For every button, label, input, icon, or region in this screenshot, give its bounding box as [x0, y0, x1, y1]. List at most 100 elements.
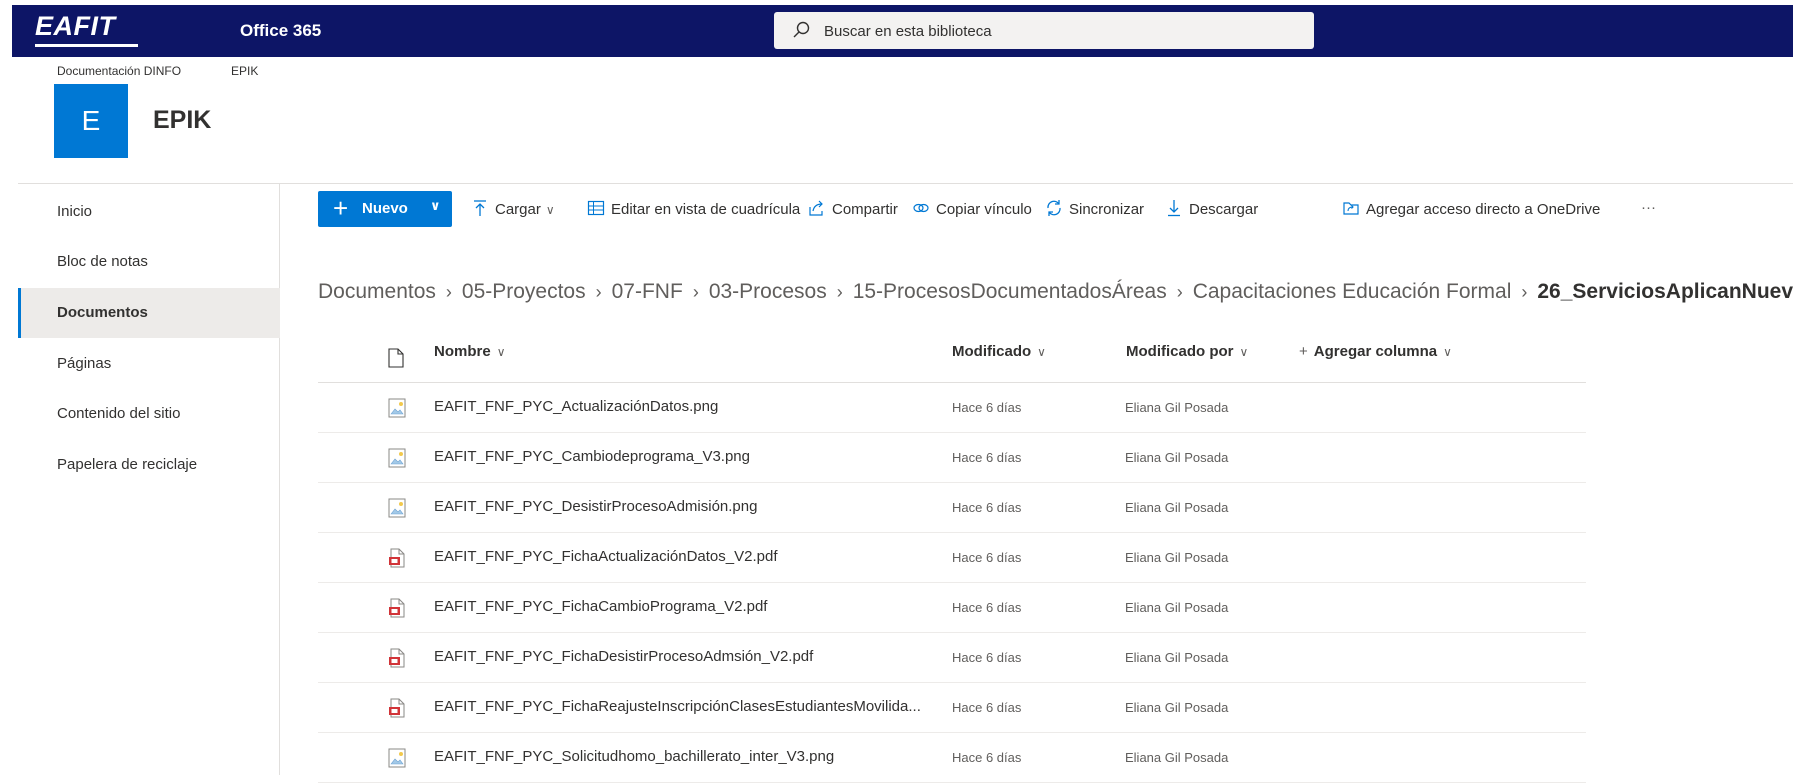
chevron-right-icon: ›	[692, 282, 699, 302]
copy-link-button[interactable]: Copiar vínculo	[912, 199, 1032, 221]
add-shortcut-button[interactable]: Agregar acceso directo a OneDrive	[1342, 199, 1600, 221]
file-type-icon[interactable]	[388, 348, 404, 368]
file-name[interactable]: EAFIT_FNF_PYC_ActualizaciónDatos.png	[434, 398, 718, 415]
search-box[interactable]: Buscar en esta biblioteca	[774, 12, 1314, 49]
pdf-file-icon	[389, 598, 405, 618]
file-modified-by[interactable]: Eliana Gil Posada	[1125, 450, 1228, 465]
table-row[interactable]: EAFIT_FNF_PYC_DesistirProcesoAdmisión.pn…	[318, 483, 1586, 533]
column-header-name[interactable]: Nombre ∨	[434, 343, 505, 373]
upload-icon	[474, 200, 486, 216]
file-name[interactable]: EAFIT_FNF_PYC_DesistirProcesoAdmisión.pn…	[434, 498, 757, 515]
nav-item-papelera[interactable]: Papelera de reciclaje	[18, 440, 280, 490]
file-modified: Hace 6 días	[952, 650, 1022, 665]
plus-icon: +	[1299, 343, 1308, 360]
table-row[interactable]: EAFIT_FNF_PYC_FichaDesistirProcesoAdmsió…	[318, 633, 1586, 683]
left-nav: Inicio Bloc de notas Documentos Páginas …	[18, 184, 280, 775]
file-modified-by[interactable]: Eliana Gil Posada	[1125, 500, 1228, 515]
image-file-icon	[388, 498, 406, 518]
search-icon	[793, 21, 810, 38]
site-logo-tile[interactable]: E	[54, 84, 128, 158]
edit-grid-button[interactable]: Editar en vista de cuadrícula	[587, 199, 800, 221]
chevron-down-icon: ∨	[1443, 345, 1452, 359]
new-button[interactable]: + Nuevo ∨	[318, 191, 452, 227]
nav-item-contenido-del-sitio[interactable]: Contenido del sitio	[18, 389, 280, 439]
site-breadcrumb-current[interactable]: EPIK	[231, 64, 258, 78]
nav-item-inicio[interactable]: Inicio	[18, 187, 280, 237]
download-icon	[1168, 200, 1180, 217]
onedrive-shortcut-icon	[1343, 202, 1359, 215]
chevron-down-icon: ∨	[1037, 345, 1046, 359]
table-row[interactable]: EAFIT_FNF_PYC_FichaCambioPrograma_V2.pdf…	[318, 583, 1586, 633]
new-button-label: Nuevo	[362, 200, 408, 217]
chevron-down-icon: ∨	[430, 198, 441, 213]
breadcrumb-item[interactable]: Capacitaciones Educación Formal	[1193, 280, 1512, 303]
file-modified-by[interactable]: Eliana Gil Posada	[1125, 600, 1228, 615]
app-name[interactable]: Office 365	[240, 21, 321, 41]
eafit-logo[interactable]: EAFIT	[35, 11, 116, 42]
chevron-right-icon: ›	[595, 282, 602, 302]
share-icon	[809, 200, 823, 216]
upload-button[interactable]: Cargar ∨	[471, 199, 555, 221]
add-column-button[interactable]: + Agregar columna ∨	[1299, 343, 1452, 373]
breadcrumb-item[interactable]: 15-ProcesosDocumentadosÁreas	[853, 280, 1167, 303]
table-row[interactable]: EAFIT_FNF_PYC_ActualizaciónDatos.png Hace…	[318, 383, 1586, 433]
file-name[interactable]: EAFIT_FNF_PYC_FichaActualizaciónDatos_V2…	[434, 548, 777, 565]
file-modified-by[interactable]: Eliana Gil Posada	[1125, 700, 1228, 715]
file-modified-by[interactable]: Eliana Gil Posada	[1125, 750, 1228, 765]
search-input[interactable]: Buscar en esta biblioteca	[824, 23, 992, 40]
image-file-icon	[388, 748, 406, 768]
image-file-icon	[388, 398, 406, 418]
chevron-right-icon: ›	[445, 282, 452, 302]
breadcrumb-item[interactable]: Documentos	[318, 280, 436, 303]
pdf-file-icon	[389, 548, 405, 568]
sharepoint-window: EAFIT Office 365 Buscar en esta bibliote…	[0, 0, 1793, 783]
table-row[interactable]: EAFIT_FNF_PYC_FichaActualizaciónDatos_V2…	[318, 533, 1586, 583]
chevron-down-icon: ∨	[1239, 345, 1249, 359]
share-label: Compartir	[832, 201, 898, 218]
chevron-down-icon: ∨	[545, 203, 555, 217]
site-breadcrumb-parent[interactable]: Documentación DINFO	[57, 64, 181, 78]
file-name[interactable]: EAFIT_FNF_PYC_FichaReajusteInscripciónCl…	[434, 698, 921, 715]
table-row[interactable]: EAFIT_FNF_PYC_Cambiodeprograma_V3.png Hac…	[318, 433, 1586, 483]
nav-item-bloc-de-notas[interactable]: Bloc de notas	[18, 237, 280, 287]
add-column-label: Agregar columna	[1313, 343, 1438, 360]
file-modified: Hace 6 días	[952, 500, 1022, 515]
sync-icon	[1047, 200, 1061, 216]
sync-button[interactable]: Sincronizar	[1045, 199, 1144, 221]
link-icon	[913, 203, 929, 213]
site-title[interactable]: EPIK	[153, 106, 211, 135]
file-modified-by[interactable]: Eliana Gil Posada	[1125, 550, 1228, 565]
suite-bar: EAFIT Office 365 Buscar en esta bibliote…	[12, 5, 1793, 57]
column-name-label: Nombre	[434, 343, 491, 360]
file-name[interactable]: EAFIT_FNF_PYC_FichaCambioPrograma_V2.pdf	[434, 598, 767, 615]
nav-item-documentos[interactable]: Documentos	[18, 288, 280, 338]
breadcrumb-item[interactable]: 05-Proyectos	[462, 280, 586, 303]
column-header-modified[interactable]: Modificado ∨	[952, 343, 1046, 373]
breadcrumb-item[interactable]: 03-Procesos	[709, 280, 827, 303]
file-name[interactable]: EAFIT_FNF_PYC_Solicitudhomo_bachillerato…	[434, 748, 834, 765]
file-name[interactable]: EAFIT_FNF_PYC_FichaDesistirProcesoAdmsió…	[434, 648, 813, 665]
download-button[interactable]: Descargar	[1165, 199, 1258, 221]
pdf-file-icon	[389, 698, 405, 718]
left-margin	[0, 0, 12, 775]
file-modified-by[interactable]: Eliana Gil Posada	[1125, 650, 1228, 665]
breadcrumb-item[interactable]: 07-FNF	[612, 280, 683, 303]
edit-grid-label: Editar en vista de cuadrícula	[611, 201, 801, 218]
table-row[interactable]: EAFIT_FNF_PYC_Solicitudhomo_bachillerato…	[318, 733, 1586, 783]
download-label: Descargar	[1189, 201, 1259, 218]
file-name[interactable]: EAFIT_FNF_PYC_Cambiodeprograma_V3.png	[434, 448, 750, 465]
command-bar: + Nuevo ∨ Cargar ∨ Editar en vista de cua…	[281, 184, 1793, 234]
table-row[interactable]: EAFIT_FNF_PYC_FichaReajusteInscripciónCl…	[318, 683, 1586, 733]
column-modified-label: Modificado	[952, 343, 1032, 360]
share-button[interactable]: Compartir	[808, 199, 898, 221]
nav-item-paginas[interactable]: Páginas	[18, 339, 280, 389]
folder-breadcrumb: Documentos › 05-Proyectos › 07-FNF › 03-Proces…	[318, 280, 1793, 304]
image-file-icon	[388, 448, 406, 468]
grid-icon	[587, 200, 605, 216]
more-actions-button[interactable]: ···	[1641, 199, 1656, 221]
upload-label: Cargar	[495, 201, 541, 218]
column-header-modified-by[interactable]: Modificado por ∨	[1126, 343, 1248, 373]
chevron-right-icon: ›	[1176, 282, 1183, 302]
copy-link-label: Copiar vínculo	[936, 201, 1032, 218]
file-modified-by[interactable]: Eliana Gil Posada	[1125, 400, 1228, 415]
